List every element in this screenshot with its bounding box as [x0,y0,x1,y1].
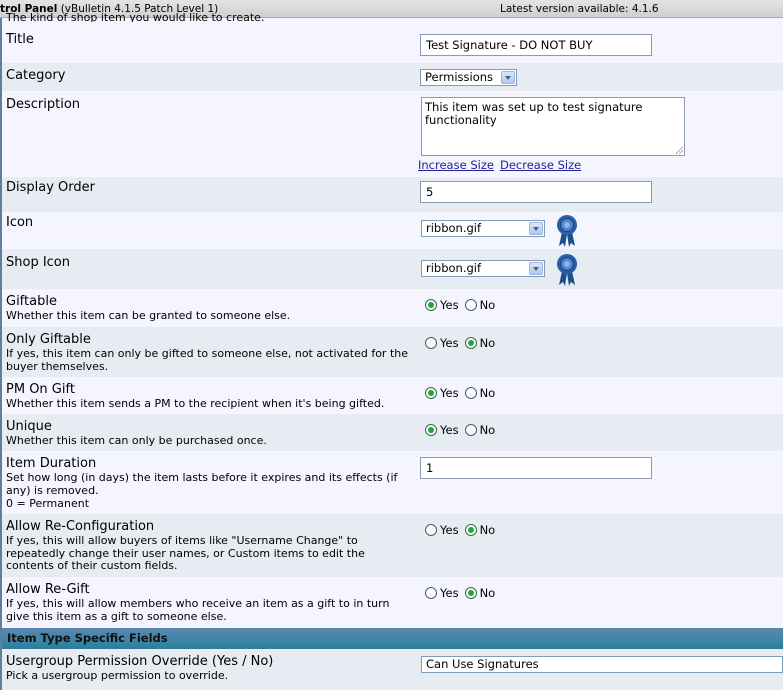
pm-on-gift-radio-group: Yes No [425,386,501,400]
giftable-radio-group: Yes No [425,298,501,312]
yes-label: Yes [440,423,459,437]
category-label: Category [6,68,66,83]
ribbon-icon [557,215,577,247]
shop-icon-label: Shop Icon [6,255,71,270]
giftable-no-radio[interactable] [464,299,477,311]
pm-on-gift-no-radio[interactable] [464,387,477,399]
usergroup-permission-select[interactable]: Can Use Signatures [421,656,783,673]
row-allow-reconfiguration: Allow Re-Configuration If yes, this will… [2,514,783,577]
chevron-down-icon[interactable] [529,262,543,275]
usergroup-permission-value: Can Use Signatures [426,657,539,671]
unique-yes-radio[interactable] [425,424,437,436]
allow-regift-description: If yes, this will allow members who rece… [6,597,390,623]
only-giftable-label: Only Giftable [6,332,91,347]
unique-radio-group: Yes No [425,423,501,437]
increase-size-link[interactable]: Increase Size [418,158,494,172]
item-duration-input[interactable]: 1 [420,457,652,479]
row-allow-regift: Allow Re-Gift If yes, this will allow me… [2,577,783,628]
no-label: No [479,298,496,312]
yes-label: Yes [440,298,459,312]
ribbon-icon [557,254,577,286]
cut-off-description: The kind of shop item you would like to … [6,13,265,22]
latest-version-text: Latest version available: 4.1.6 [500,3,659,15]
no-label: No [479,336,496,350]
usergroup-override-label: Usergroup Permission Override (Yes / No) [6,654,274,669]
giftable-description: Whether this item can be granted to some… [6,309,291,322]
no-label: No [479,423,496,437]
row-category: Category Permissions [2,63,783,91]
icon-select-value: ribbon.gif [426,221,482,235]
allow-regift-radio-group: Yes No [425,586,501,600]
icon-label: Icon [6,215,34,230]
row-shop-icon: Shop Icon ribbon.gif [2,249,783,289]
row-description: Description This item was set up to test… [2,91,783,177]
section-title: Item Type Specific Fields [7,631,168,645]
chevron-down-icon[interactable] [529,222,543,235]
description-text: This item was set up to test signature f… [425,100,643,127]
description-label: Description [6,97,81,112]
title-label: Title [6,32,34,47]
row-usergroup-override: Usergroup Permission Override (Yes / No)… [2,649,783,690]
shop-icon-select-value: ribbon.gif [426,261,482,275]
yes-label: Yes [440,336,459,350]
description-textarea[interactable]: This item was set up to test signature f… [421,97,685,156]
item-duration-label: Item Duration [6,456,97,471]
no-label: No [479,386,496,400]
category-select[interactable]: Permissions [420,69,517,86]
only-giftable-description: If yes, this item can only be gifted to … [6,347,408,373]
allow-regift-label: Allow Re-Gift [6,582,90,597]
resize-grip-icon[interactable] [676,147,683,154]
yes-label: Yes [440,586,459,600]
row-pm-on-gift: PM On Gift Whether this item sends a PM … [2,377,783,414]
giftable-yes-radio[interactable] [425,299,437,311]
title-input[interactable]: Test Signature - DO NOT BUY [420,34,652,56]
item-duration-description: Set how long (in days) the item lasts be… [6,471,398,497]
unique-no-radio[interactable] [464,424,477,436]
yes-label: Yes [440,386,459,400]
row-unique: Unique Whether this item can only be pur… [2,414,783,451]
display-order-label: Display Order [6,180,95,195]
giftable-label: Giftable [6,294,57,309]
only-giftable-radio-group: Yes No [425,336,501,350]
pm-on-gift-label: PM On Gift [6,382,75,397]
usergroup-override-description: Pick a usergroup permission to override. [6,669,229,682]
decrease-size-link[interactable]: Decrease Size [500,158,581,172]
no-label: No [479,586,496,600]
allow-regift-yes-radio[interactable] [425,587,437,599]
row-giftable: Giftable Whether this item can be grante… [2,289,783,327]
icon-select[interactable]: ribbon.gif [421,220,545,237]
chevron-down-icon[interactable] [501,71,515,84]
allow-reconfiguration-label: Allow Re-Configuration [6,519,155,534]
display-order-input[interactable]: 5 [420,181,652,203]
row-title: The kind of shop item you would like to … [2,13,783,63]
allow-regift-no-radio[interactable] [464,587,477,599]
row-only-giftable: Only Giftable If yes, this item can only… [2,327,783,377]
unique-label: Unique [6,419,52,434]
category-select-value: Permissions [425,70,494,84]
row-display-order: Display Order 5 [2,177,783,212]
allow-reconfiguration-yes-radio[interactable] [425,524,437,536]
row-icon: Icon ribbon.gif [2,212,783,249]
pm-on-gift-yes-radio[interactable] [425,387,437,399]
shop-icon-select[interactable]: ribbon.gif [421,260,545,277]
row-item-duration: Item Duration Set how long (in days) the… [2,451,783,514]
only-giftable-yes-radio[interactable] [425,337,437,349]
allow-reconfiguration-radio-group: Yes No [425,523,501,537]
section-header: Item Type Specific Fields [2,628,783,649]
unique-description: Whether this item can only be purchased … [6,434,267,447]
item-duration-note: 0 = Permanent [6,497,90,510]
only-giftable-no-radio[interactable] [464,337,477,349]
yes-label: Yes [440,523,459,537]
no-label: No [479,523,496,537]
pm-on-gift-description: Whether this item sends a PM to the reci… [6,397,385,410]
allow-reconfiguration-description: If yes, this will allow buyers of items … [6,534,365,572]
allow-reconfiguration-no-radio[interactable] [464,524,477,536]
